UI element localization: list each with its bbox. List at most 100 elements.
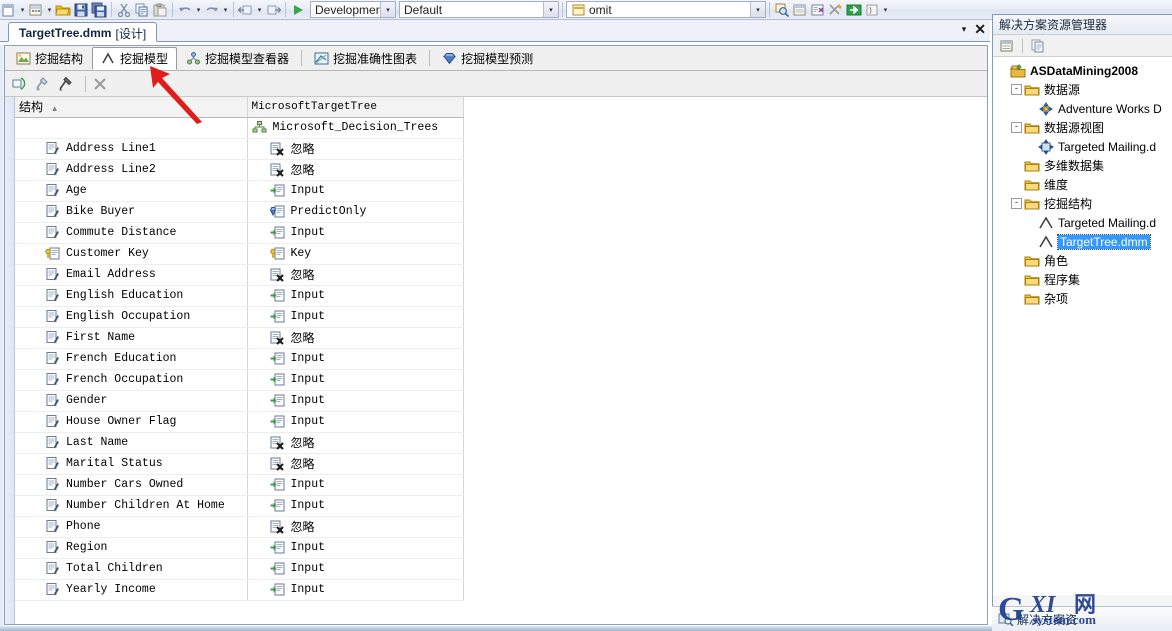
tree-node[interactable]: 程序集 [993, 270, 1172, 289]
model-usage-cell[interactable]: 忽略 [247, 327, 464, 349]
structure-column-cell[interactable]: Address Line1 [15, 138, 248, 160]
redo-icon[interactable] [204, 2, 220, 18]
table-row[interactable]: Customer Key Key [15, 243, 464, 265]
undo-icon[interactable] [177, 2, 193, 18]
table-row[interactable]: French Education Input [15, 348, 464, 370]
chevron-down-icon[interactable]: ▾ [543, 2, 558, 17]
new-project-dropdown-icon[interactable]: ▾ [18, 2, 27, 18]
structure-column-cell[interactable]: English Occupation [15, 306, 248, 328]
tree-node[interactable]: Adventure Works D [993, 99, 1172, 118]
table-row[interactable]: Region Input [15, 537, 464, 559]
process-model-icon[interactable] [57, 75, 75, 93]
copy-icon[interactable] [134, 2, 150, 18]
column-header-model[interactable]: MicrosoftTargetTree [247, 97, 464, 118]
table-row[interactable]: Marital Status 忽略 [15, 453, 464, 475]
structure-column-cell[interactable]: French Occupation [15, 369, 248, 391]
structure-column-cell[interactable]: House Owner Flag [15, 411, 248, 433]
model-usage-cell[interactable]: 忽略 [247, 432, 464, 454]
table-row[interactable]: Number Children At Home Input [15, 495, 464, 517]
structure-column-cell[interactable]: Gender [15, 390, 248, 412]
start-debug-icon[interactable] [290, 2, 306, 18]
model-usage-cell[interactable]: Input [247, 390, 464, 412]
paste-icon[interactable] [152, 2, 168, 18]
platform-combo[interactable]: Default ▾ [399, 1, 559, 18]
structure-column-cell[interactable]: First Name [15, 327, 248, 349]
new-project-icon[interactable] [1, 2, 17, 18]
model-usage-cell[interactable]: 忽略 [247, 516, 464, 538]
tree-node[interactable]: 维度 [993, 175, 1172, 194]
model-usage-cell[interactable]: 忽略 [247, 453, 464, 475]
tools-icon[interactable] [828, 2, 844, 18]
model-usage-cell[interactable]: Input [247, 537, 464, 559]
object-browser-icon[interactable] [810, 2, 826, 18]
tree-node[interactable]: ASDataMining2008 [993, 61, 1172, 80]
structure-column-cell[interactable]: Number Cars Owned [15, 474, 248, 496]
model-usage-cell[interactable]: Input [247, 369, 464, 391]
delete-model-icon[interactable] [91, 75, 109, 93]
table-row[interactable]: Total Children Input [15, 558, 464, 580]
table-row[interactable]: English Education Input [15, 285, 464, 307]
redo-dropdown-icon[interactable]: ▾ [221, 2, 230, 18]
show-all-files-icon[interactable] [1030, 38, 1046, 54]
tree-node[interactable]: - 数据源 [993, 80, 1172, 99]
model-usage-cell[interactable]: 忽略 [247, 138, 464, 160]
structure-column-cell[interactable]: Customer Key [15, 243, 248, 265]
structure-column-cell[interactable]: French Education [15, 348, 248, 370]
tree-node[interactable]: 角色 [993, 251, 1172, 270]
find-icon[interactable] [774, 2, 790, 18]
navigate-back-dropdown-icon[interactable]: ▾ [255, 2, 264, 18]
structure-column-cell[interactable]: Yearly Income [15, 579, 248, 601]
table-row[interactable]: Last Name 忽略 [15, 432, 464, 454]
model-usage-cell[interactable]: Input [247, 348, 464, 370]
cut-icon[interactable] [116, 2, 132, 18]
model-usage-cell[interactable]: Input [247, 285, 464, 307]
tree-node[interactable]: 多维数据集 [993, 156, 1172, 175]
structure-column-cell[interactable]: Bike Buyer [15, 201, 248, 223]
table-row[interactable]: First Name 忽略 [15, 327, 464, 349]
expander-collapse-icon[interactable]: - [1011, 84, 1022, 95]
tab-accuracy-chart[interactable]: 挖掘准确性图表 [305, 47, 426, 70]
structure-column-cell[interactable]: Age [15, 180, 248, 202]
model-usage-cell[interactable]: Input [247, 474, 464, 496]
tree-node[interactable]: - 挖掘结构 [993, 194, 1172, 213]
tree-node[interactable]: 杂项 [993, 289, 1172, 308]
table-row[interactable]: Age Input [15, 180, 464, 202]
chevron-down-icon[interactable]: ▾ [380, 2, 395, 17]
model-usage-cell[interactable]: Input [247, 558, 464, 580]
document-tab-targettree[interactable]: TargetTree.dmm [设计] [8, 22, 158, 42]
new-item-icon[interactable] [28, 2, 44, 18]
configuration-combo[interactable]: Developmer ▾ [310, 1, 396, 18]
table-row[interactable]: Email Address 忽略 [15, 264, 464, 286]
table-row[interactable]: Phone 忽略 [15, 516, 464, 538]
expander-collapse-icon[interactable]: - [1011, 198, 1022, 209]
table-row[interactable]: French Occupation Input [15, 369, 464, 391]
chevron-down-icon[interactable]: ▾ [750, 2, 765, 17]
new-item-dropdown-icon[interactable]: ▾ [45, 2, 54, 18]
set-model-parameters-icon[interactable] [34, 75, 52, 93]
active-files-dropdown-icon[interactable]: ▾ [962, 24, 967, 35]
model-usage-cell[interactable]: PredictOnly [247, 201, 464, 223]
undo-dropdown-icon[interactable]: ▾ [194, 2, 203, 18]
properties-window-icon[interactable] [792, 2, 808, 18]
tree-node[interactable]: - 数据源视图 [993, 118, 1172, 137]
save-all-icon[interactable] [91, 2, 107, 18]
table-row[interactable]: Address Line1 忽略 [15, 138, 464, 160]
tab-mining-model[interactable]: 挖掘模型 [92, 47, 178, 70]
structure-column-cell[interactable]: Region [15, 537, 248, 559]
toolbox-icon[interactable]: ⟩ [864, 2, 880, 18]
navigate-forward-icon[interactable] [265, 2, 282, 18]
table-row[interactable]: Gender Input [15, 390, 464, 412]
tree-node[interactable]: Targeted Mailing.d [993, 137, 1172, 156]
tree-node[interactable]: Targeted Mailing.d [993, 213, 1172, 232]
structure-column-cell[interactable]: Phone [15, 516, 248, 538]
table-row[interactable]: House Owner Flag Input [15, 411, 464, 433]
model-usage-cell[interactable]: Input [247, 495, 464, 517]
deploy-icon[interactable] [846, 2, 862, 18]
table-row[interactable]: Commute Distance Input [15, 222, 464, 244]
model-usage-cell[interactable]: 忽略 [247, 159, 464, 181]
create-related-model-icon[interactable] [11, 75, 29, 93]
model-usage-cell[interactable]: Key [247, 243, 464, 265]
model-usage-cell[interactable]: Input [247, 579, 464, 601]
structure-column-cell[interactable]: English Education [15, 285, 248, 307]
column-header-structure[interactable]: 结构 ▴ [15, 97, 248, 118]
